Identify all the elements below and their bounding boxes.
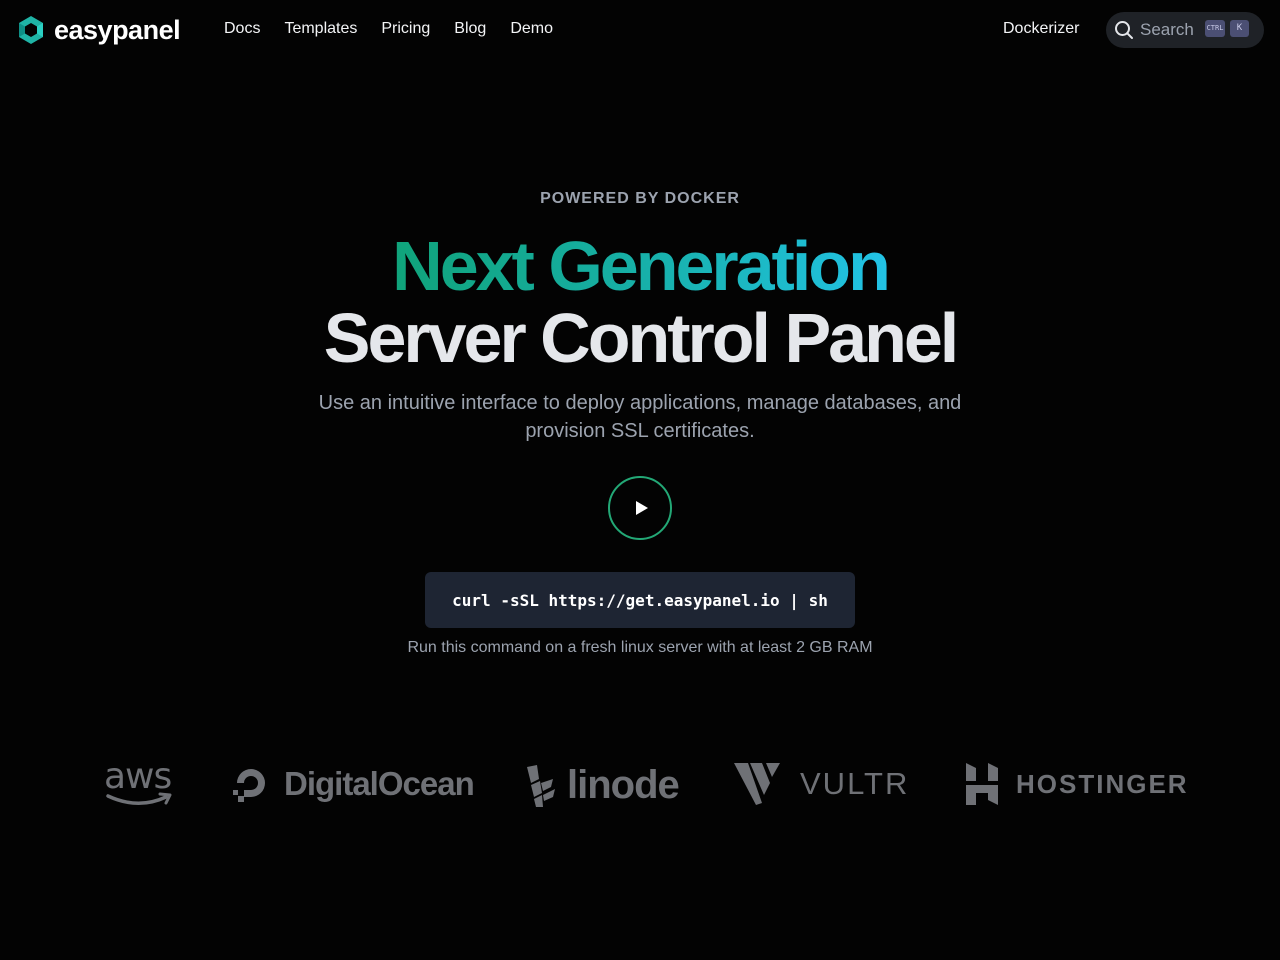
primary-nav: Docs Templates Pricing Blog Demo: [224, 18, 553, 40]
digitalocean-icon: [233, 769, 265, 802]
linode-logo: linode: [523, 763, 680, 808]
install-command[interactable]: curl -sSL https://get.easypanel.io | sh: [425, 572, 855, 628]
hero-headline-line1: Next Generation: [0, 226, 1280, 306]
search-placeholder: Search: [1140, 20, 1194, 39]
play-icon: [635, 501, 648, 515]
hostinger-logo-text: HOSTINGER: [1016, 768, 1189, 799]
hero-headline-gradient-text: Next Generation: [392, 227, 891, 305]
nav-link-docs[interactable]: Docs: [224, 18, 260, 40]
search-button[interactable]: Search CTRL K: [1106, 12, 1264, 48]
provider-logos: aws DigitalOcean linode VULTR HOSTINGER: [0, 756, 1280, 812]
play-video-button[interactable]: [608, 476, 672, 540]
digitalocean-logo-text: DigitalOcean: [284, 765, 475, 802]
top-nav: easypanel Docs Templates Pricing Blog De…: [0, 0, 1280, 60]
hostinger-icon: [966, 763, 998, 805]
nav-link-pricing[interactable]: Pricing: [381, 18, 430, 40]
aws-logo-text: aws: [104, 756, 172, 797]
digitalocean-logo: DigitalOcean: [230, 763, 475, 805]
hero-headline-line2: Server Control Panel: [323, 299, 959, 377]
aws-smile-icon: [106, 792, 172, 805]
hero-eyebrow: POWERED BY DOCKER: [540, 190, 740, 207]
aws-logo: aws: [104, 756, 174, 810]
linode-logo-text: linode: [567, 763, 680, 807]
easypanel-logo-icon: [19, 16, 43, 44]
search-icon: [1115, 21, 1133, 39]
shortcut-ctrl-key: CTRL: [1205, 20, 1225, 37]
nav-link-dockerizer[interactable]: Dockerizer: [1003, 18, 1079, 40]
hostinger-logo: HOSTINGER: [964, 763, 1189, 805]
hero-subtitle: Use an intuitive interface to deploy app…: [318, 392, 962, 442]
vultr-logo-text: VULTR: [800, 766, 910, 801]
vultr-icon: [734, 763, 780, 805]
nav-link-blog[interactable]: Blog: [454, 18, 486, 40]
nav-link-templates[interactable]: Templates: [284, 18, 357, 40]
nav-link-demo[interactable]: Demo: [510, 18, 553, 40]
shortcut-k-key: K: [1230, 20, 1249, 37]
install-command-note: Run this command on a fresh linux server…: [407, 639, 873, 656]
install-command-text: curl -sSL https://get.easypanel.io | sh: [452, 590, 828, 610]
vultr-logo: VULTR: [734, 763, 909, 805]
brand-home-link[interactable]: easypanel: [16, 14, 181, 46]
linode-icon: [527, 764, 555, 807]
brand-name: easypanel: [54, 14, 181, 45]
